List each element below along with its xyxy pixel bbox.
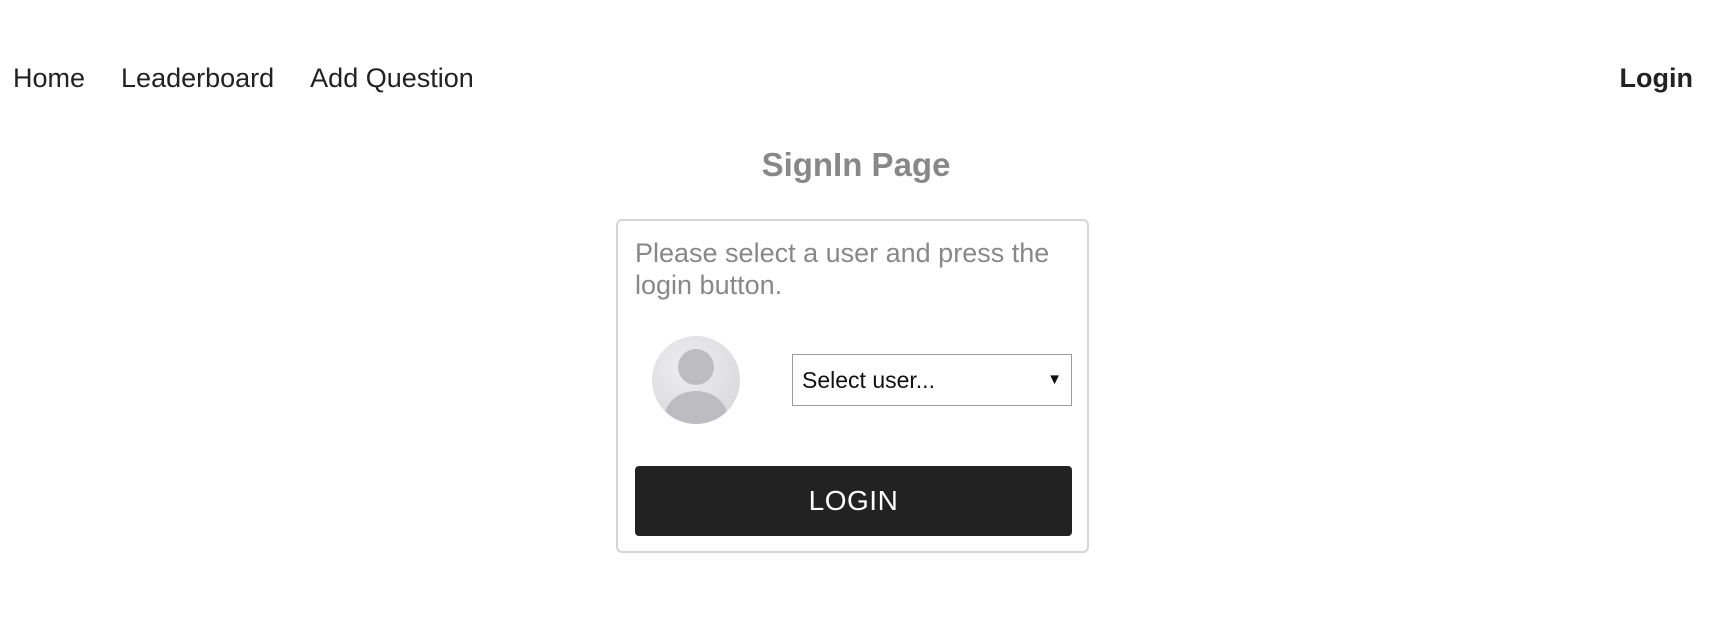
nav-link-leaderboard[interactable]: Leaderboard [121, 56, 274, 100]
top-nav: Home Leaderboard Add Question Login [0, 56, 1712, 100]
login-button[interactable]: LOGIN [635, 466, 1072, 536]
nav-link-add-question[interactable]: Add Question [310, 56, 474, 100]
user-placeholder-icon [665, 349, 727, 424]
page-title: SignIn Page [761, 146, 951, 183]
user-select-value: Select user... [802, 367, 935, 393]
signin-card: Please select a user and press the login… [616, 219, 1089, 553]
nav-right: Login [1620, 56, 1693, 100]
nav-links: Home Leaderboard Add Question [13, 56, 474, 100]
user-select[interactable]: Select user... ▼ [792, 354, 1072, 406]
signin-instructions: Please select a user and press the login… [635, 238, 1050, 300]
nav-link-login[interactable]: Login [1620, 63, 1693, 93]
user-avatar [652, 336, 740, 424]
nav-link-home[interactable]: Home [13, 56, 85, 100]
chevron-down-icon: ▼ [1047, 371, 1062, 388]
